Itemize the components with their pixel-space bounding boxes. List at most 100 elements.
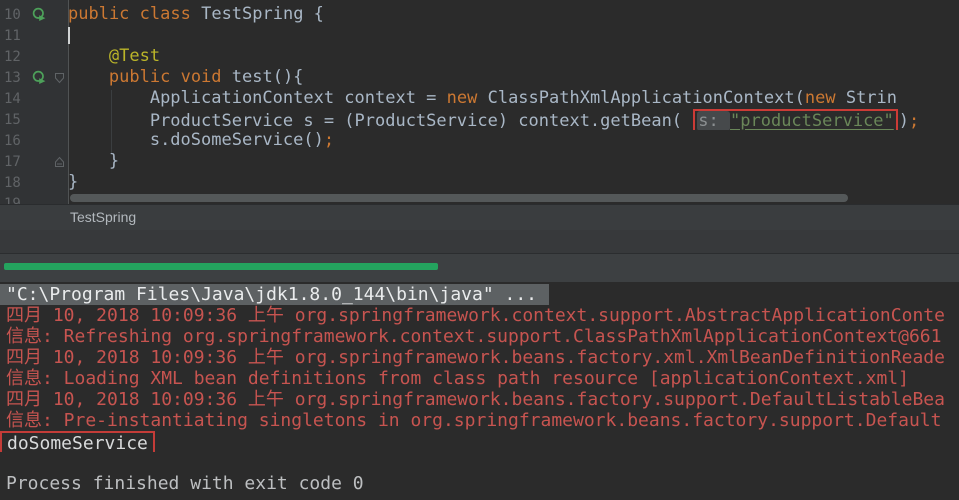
fold-marker-icon[interactable]	[51, 72, 68, 84]
editor-line[interactable]: 15 ProductService s = (ProductService) co…	[0, 109, 959, 130]
code-token: }	[108, 151, 120, 171]
test-progress-bar	[4, 263, 438, 270]
gutter-spacer	[29, 49, 50, 65]
text-caret	[68, 27, 70, 44]
editor-line[interactable]: 18}	[0, 172, 959, 193]
code-editor[interactable]: 10 public class TestSpring { 11 12 @Test 13 pu…	[0, 0, 959, 204]
gutter-spacer	[29, 196, 50, 205]
code-text[interactable]: public void test(){	[68, 67, 959, 88]
code-text[interactable]	[68, 25, 959, 46]
gutter-spacer	[29, 91, 50, 107]
gutter-cell: 13	[0, 67, 68, 88]
console-text: 信息: Refreshing org.springframework.conte…	[6, 326, 942, 347]
console-line: "C:\Program Files\Java\jdk1.8.0_144\bin\…	[0, 284, 959, 305]
gutter-spacer	[29, 154, 50, 170]
code-token: ClassPathXmlApplicationContext(	[477, 88, 805, 108]
console-line: doSomeService	[0, 431, 959, 452]
console-line: Process finished with exit code 0	[0, 473, 959, 494]
run-toolwindow-gap	[0, 230, 959, 254]
console-line: 信息: Pre-instantiating singletons in org.…	[0, 410, 959, 431]
gutter-cell: 16	[0, 130, 68, 151]
code-token: void	[180, 67, 222, 87]
code-text[interactable]: ApplicationContext context = new ClassPa…	[68, 88, 959, 109]
gutter-cell: 19	[0, 193, 68, 205]
fold-marker-icon[interactable]	[51, 156, 68, 168]
editor-line[interactable]: 10 public class TestSpring {	[0, 4, 959, 25]
console-text: 信息: Pre-instantiating singletons in org.…	[6, 410, 942, 431]
console-line: 四月 10, 2018 10:09:36 上午 org.springframew…	[0, 389, 959, 410]
line-number: 12	[4, 48, 21, 65]
line-number: 13	[4, 69, 21, 86]
code-token: class	[139, 4, 191, 24]
line-number: 19	[4, 195, 21, 205]
line-number: 11	[4, 27, 21, 44]
breadcrumb-item-testspring[interactable]: TestSpring	[70, 209, 136, 225]
console-line: 信息: Refreshing org.springframework.conte…	[0, 326, 959, 347]
code-text[interactable]: public class TestSpring {	[68, 4, 959, 25]
code-token: }	[68, 172, 79, 192]
gutter-spacer	[29, 28, 50, 44]
gutter-spacer	[29, 175, 50, 191]
line-number: 18	[4, 174, 21, 191]
code-token: @Test	[108, 46, 161, 66]
console-output[interactable]: "C:\Program Files\Java\jdk1.8.0_144\bin\…	[0, 282, 959, 500]
editor-line[interactable]: 17}	[0, 151, 959, 172]
gutter-cell: 18	[0, 172, 68, 193]
code-token: Strin	[835, 88, 898, 108]
console-text: 四月 10, 2018 10:09:36 上午 org.springframew…	[6, 305, 945, 326]
editor-line[interactable]: 11	[0, 25, 959, 46]
code-token: new	[446, 88, 478, 108]
code-token: new	[804, 88, 836, 108]
intellij-ide-window: 10 public class TestSpring { 11 12 @Test 13 pu…	[0, 0, 959, 500]
code-token: public	[108, 67, 171, 87]
gutter-cell: 11	[0, 25, 68, 46]
code-token: ;	[909, 111, 920, 130]
line-number: 17	[4, 153, 21, 170]
line-number: 14	[4, 90, 21, 107]
gutter-cell: 12	[0, 46, 68, 67]
code-text[interactable]: s.doSomeService();	[68, 130, 959, 151]
code-token: ;	[323, 130, 335, 150]
code-token: s:	[697, 111, 731, 130]
console-line: 四月 10, 2018 10:09:36 上午 org.springframew…	[0, 347, 959, 368]
editor-line[interactable]: 14 ApplicationContext context = new Class…	[0, 88, 959, 109]
line-number: 16	[4, 132, 21, 149]
code-text[interactable]: }	[68, 151, 959, 172]
console-command-line: "C:\Program Files\Java\jdk1.8.0_144\bin\…	[0, 284, 550, 305]
code-token: test(){	[221, 67, 304, 87]
breadcrumb-bar: TestSpring	[0, 204, 959, 230]
gutter-cell: 10	[0, 4, 68, 25]
code-text[interactable]: ProductService s = (ProductService) cont…	[68, 109, 959, 130]
console-text: 四月 10, 2018 10:09:36 上午 org.springframew…	[6, 347, 945, 368]
annotation-box: s: "productService"	[693, 109, 898, 130]
line-number: 15	[4, 111, 21, 128]
gutter-spacer	[29, 112, 50, 128]
code-token: public	[68, 4, 130, 24]
console-text: 信息: Loading XML bean definitions from cl…	[6, 368, 909, 389]
editor-line[interactable]: 13 public void test(){	[0, 67, 959, 88]
console-line: 信息: Loading XML bean definitions from cl…	[0, 368, 959, 389]
code-token: s.doSomeService()	[149, 130, 324, 150]
editor-line[interactable]: 16 s.doSomeService();	[0, 130, 959, 151]
code-text[interactable]: }	[68, 172, 959, 193]
gutter-spacer	[29, 133, 50, 149]
console-highlight-box: doSomeService	[0, 431, 155, 452]
code-token: )	[898, 111, 910, 130]
gutter-cell: 17	[0, 151, 68, 172]
run-test-icon[interactable]	[29, 7, 50, 23]
gutter-cell: 14	[0, 88, 68, 109]
run-test-icon[interactable]	[29, 70, 50, 86]
console-line: 四月 10, 2018 10:09:36 上午 org.springframew…	[0, 305, 959, 326]
gutter-cell: 15	[0, 109, 68, 130]
editor-line[interactable]: 12 @Test	[0, 46, 959, 67]
code-token: ApplicationContext context =	[149, 88, 447, 108]
test-status-bar: 1 test passed- 1s 408ms	[0, 254, 959, 304]
code-token: "productService"	[730, 111, 894, 130]
code-text[interactable]: @Test	[68, 46, 959, 67]
code-token: ProductService s = (ProductService) cont…	[149, 111, 683, 130]
console-text: Process finished with exit code 0	[6, 473, 364, 494]
horizontal-scrollbar[interactable]	[70, 194, 848, 202]
